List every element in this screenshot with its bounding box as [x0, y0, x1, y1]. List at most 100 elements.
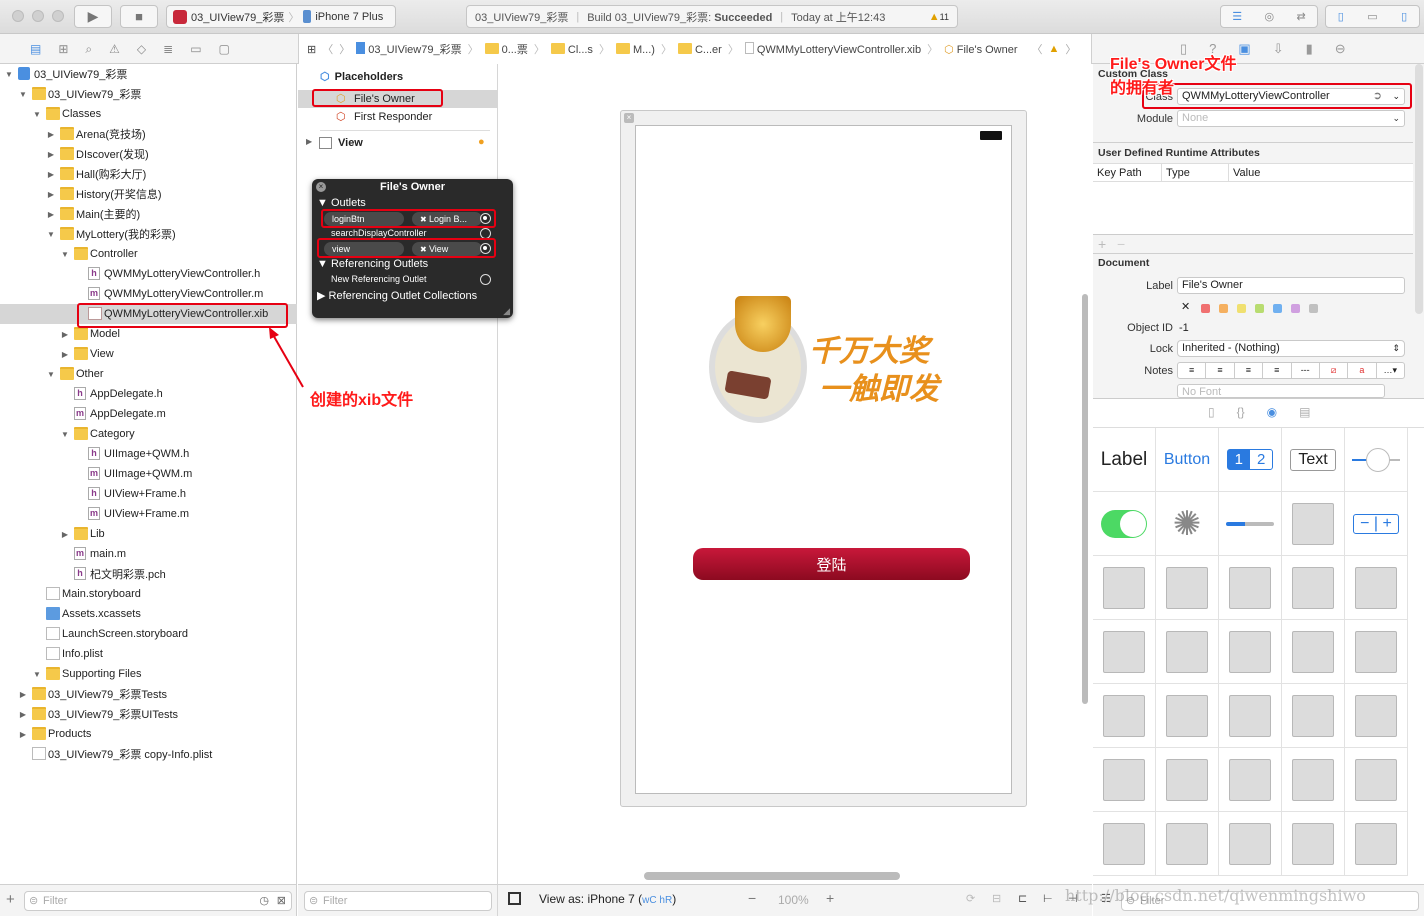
disclosure-triangle-icon[interactable]: ▼	[60, 430, 70, 439]
standard-editor-icon[interactable]: ☰	[1232, 10, 1242, 23]
jump-item-files-owner[interactable]: ⬡ File's Owner	[944, 43, 1017, 56]
lock-select[interactable]: Inherited - (Nothing) ⇕	[1177, 340, 1405, 357]
library-item-scroll-view[interactable]	[1282, 620, 1345, 684]
login-button[interactable]: 登陆	[693, 548, 970, 580]
device-frame[interactable]: × 千万大奖 一触即发 登陆	[620, 110, 1027, 807]
library-item-text-field[interactable]: Text	[1282, 428, 1345, 492]
recent-files-icon[interactable]: ◷	[259, 892, 269, 910]
referencing-outlets-section[interactable]: ▼ Referencing Outlets	[317, 258, 428, 270]
navigator-row[interactable]: ▼ Other	[0, 364, 297, 384]
disclosure-triangle-icon[interactable]: ▶	[46, 170, 56, 179]
disclosure-triangle-icon[interactable]: ▼	[46, 370, 56, 379]
navigator-row[interactable]: ▼ MyLottery(我的彩票)	[0, 224, 297, 244]
outlets-section[interactable]: ▼ Outlets	[317, 197, 366, 209]
navigator-row[interactable]: ▶ History(开奖信息)	[0, 184, 297, 204]
library-item-pinch-gesture[interactable]	[1345, 748, 1408, 812]
library-item-image-view[interactable]	[1219, 556, 1282, 620]
library-item-activity-indicator[interactable]: ✺	[1156, 492, 1219, 556]
library-item-glkit-view[interactable]	[1093, 748, 1156, 812]
library-item-swipe-gesture[interactable]	[1156, 812, 1219, 876]
attributes-inspector-icon[interactable]: ⇩	[1273, 41, 1284, 57]
editor-mode-control[interactable]: ☰ ◎ ⇄	[1220, 5, 1318, 28]
debug-toggle-icon[interactable]: ▭	[1367, 10, 1377, 23]
jump-item-classes[interactable]: Cl...s	[550, 42, 593, 56]
navigator-row[interactable]: ▼ Supporting Files	[0, 664, 297, 684]
view-as-button[interactable]: View as: iPhone 7 (wC hR)	[539, 892, 676, 906]
referencing-collections-section[interactable]: ▶ Referencing Outlet Collections	[317, 289, 477, 302]
library-item-segmented-control[interactable]: 12	[1219, 428, 1282, 492]
interface-builder-canvas[interactable]: × 千万大奖 一触即发 登陆	[498, 64, 1092, 884]
library-item-map-view[interactable]	[1345, 684, 1408, 748]
breakpoint-navigator-icon[interactable]: ▭	[190, 42, 201, 57]
more-options-button[interactable]: …▾	[1377, 363, 1404, 378]
navigator-row[interactable]: ▼ 03_UIView79_彩票	[0, 84, 297, 104]
navigator-row[interactable]: m QWMMyLotteryViewController.m	[0, 284, 297, 304]
version-editor-icon[interactable]: ⇄	[1297, 10, 1306, 23]
disclosure-triangle-icon[interactable]: ▼	[4, 70, 14, 79]
navigator-filter-input[interactable]: ⊜ Filter ◷ ⊠	[24, 891, 292, 911]
library-item-visual-effect-vibrancy[interactable]	[1282, 684, 1345, 748]
library-item-text-view[interactable]	[1282, 556, 1345, 620]
navigator-row[interactable]: m main.m	[0, 544, 297, 564]
disclosure-triangle-icon[interactable]: ▼	[46, 230, 56, 239]
disclosure-triangle-icon[interactable]: ▼	[32, 110, 42, 119]
library-item-table-view-cell[interactable]	[1156, 556, 1219, 620]
align-icon[interactable]: ⊏	[1018, 892, 1027, 905]
search-icon[interactable]: ⌕	[85, 42, 92, 57]
library-item-pan-gesture[interactable]	[1219, 812, 1282, 876]
navigator-toggle-icon[interactable]: ▯	[1338, 10, 1344, 23]
issue-next-button[interactable]: 〉	[1065, 41, 1076, 57]
navigator-row[interactable]: ▶ Hall(购彩大厅)	[0, 164, 297, 184]
debug-navigator-icon[interactable]: ≣	[163, 42, 173, 57]
library-item-date-picker[interactable]	[1093, 684, 1156, 748]
pin-icon[interactable]: ⊢	[1043, 892, 1053, 905]
scm-filter-icon[interactable]: ⊠	[277, 892, 286, 910]
resize-handle-icon[interactable]: ◢	[503, 306, 510, 317]
clear-color-icon[interactable]: ✕	[1181, 300, 1190, 313]
disclosure-triangle-icon[interactable]: ▼	[60, 250, 70, 259]
outline-item-view[interactable]: ▶ View ●	[298, 134, 497, 152]
jump-item-mylottery[interactable]: M...)	[615, 42, 655, 56]
disclosure-triangle-icon[interactable]: ▶	[60, 530, 70, 539]
label-color-swatch[interactable]	[1273, 304, 1282, 313]
navigator-row[interactable]: ▶ View	[0, 344, 297, 364]
file-template-icon[interactable]: ▯	[1208, 405, 1215, 419]
back-button[interactable]: 〈	[322, 41, 333, 57]
library-item-progress-view[interactable]	[1219, 492, 1282, 556]
library-item-stepper[interactable]: − | +	[1345, 492, 1408, 556]
jump-item-xib[interactable]: QWMMyLotteryViewController.xib	[744, 42, 921, 56]
jump-item-project[interactable]: 03_UIView79_彩票	[356, 41, 462, 57]
navigator-row[interactable]: h 杞文明彩票.pch	[0, 564, 297, 584]
label-color-swatch[interactable]	[1309, 304, 1318, 313]
navigator-row[interactable]: ▶ Lib	[0, 524, 297, 544]
library-item-scenekit-view[interactable]	[1156, 748, 1219, 812]
disclosure-triangle-icon[interactable]: ▶	[18, 730, 28, 739]
label-color-swatch[interactable]	[1255, 304, 1264, 313]
library-item-edge-pan-gesture[interactable]	[1282, 812, 1345, 876]
navigator-row[interactable]: m UIImage+QWM.m	[0, 464, 297, 484]
library-item-rotation-gesture[interactable]	[1093, 812, 1156, 876]
warning-indicator-icon[interactable]: ●	[478, 136, 485, 148]
add-attribute-button[interactable]: +	[1098, 236, 1106, 252]
library-item-label[interactable]: Label	[1093, 428, 1156, 492]
label-color-swatch[interactable]	[1201, 304, 1210, 313]
scheme-selector[interactable]: 03_UIView79_彩票〉 iPhone 7 Plus	[166, 5, 396, 28]
library-item-slider[interactable]	[1345, 428, 1408, 492]
zoom-out-button[interactable]: −	[748, 890, 756, 906]
assistant-editor-icon[interactable]: ◎	[1265, 10, 1275, 23]
warning-icon[interactable]: ▲11	[929, 11, 949, 23]
library-item-switch[interactable]	[1093, 492, 1156, 556]
chevron-down-icon[interactable]: ⌄	[1392, 111, 1400, 126]
code-snippet-icon[interactable]: {}	[1237, 405, 1245, 419]
navigator-row[interactable]: m AppDelegate.m	[0, 404, 297, 424]
library-item-collection-reusable-view[interactable]	[1219, 620, 1282, 684]
forward-button[interactable]: 〉	[339, 41, 350, 57]
library-item-metalkit-view[interactable]	[1219, 748, 1282, 812]
navigator-row[interactable]: h QWMMyLotteryViewController.h	[0, 264, 297, 284]
library-item-long-press-gesture[interactable]	[1345, 812, 1408, 876]
library-item-picker-view[interactable]	[1156, 684, 1219, 748]
jump-item-controller[interactable]: C...er	[677, 42, 722, 56]
navigator-row[interactable]: h AppDelegate.h	[0, 384, 297, 404]
justify-button[interactable]: ≡	[1263, 363, 1292, 378]
document-label-field[interactable]: File's Owner	[1177, 277, 1405, 294]
